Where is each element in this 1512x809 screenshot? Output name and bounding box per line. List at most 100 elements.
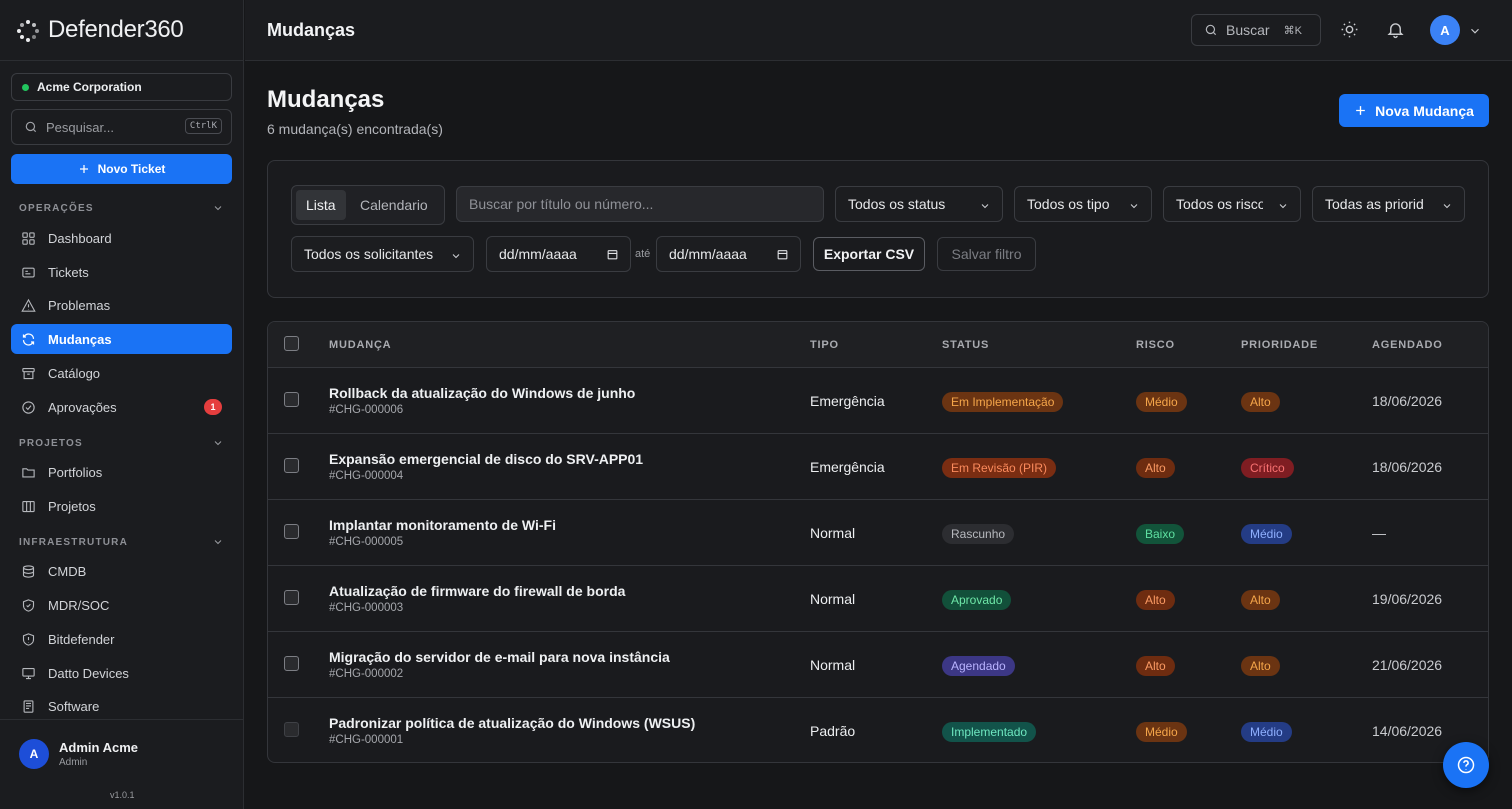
row-checkbox[interactable] (284, 656, 299, 671)
row-checkbox[interactable] (284, 392, 299, 407)
chevron-down-icon (214, 206, 222, 211)
columns-icon (22, 500, 35, 512)
table-row[interactable]: Migração do servidor de e-mail para nova… (268, 632, 1488, 698)
scheduled-date: 18/06/2026 (1372, 459, 1443, 475)
change-title[interactable]: Rollback da atualização do Windows de ju… (329, 385, 635, 401)
org-selector[interactable]: Acme Corporation (11, 73, 232, 101)
sidebar-item-catalogo[interactable]: Catálogo (11, 358, 232, 388)
sidebar-item-bitdefender[interactable]: Bitdefender (11, 624, 232, 654)
sidebar-item-label: Catálogo (48, 365, 101, 381)
sidebar-item-problemas[interactable]: Problemas (11, 290, 232, 320)
search-shortcut: CtrlK (184, 118, 222, 134)
risk-badge: Alto (1136, 590, 1175, 610)
bell-icon[interactable] (1386, 20, 1405, 39)
row-checkbox[interactable] (284, 722, 299, 737)
sidebar-item-label: Tickets (48, 264, 89, 280)
help-icon (1457, 756, 1475, 774)
table-row[interactable]: Expansão emergencial de disco do SRV-APP… (268, 434, 1488, 500)
column-header-mudanca[interactable]: MUDANÇA (329, 339, 391, 351)
chevron-down-icon (214, 540, 222, 545)
save-filter-button[interactable]: Salvar filtro (937, 237, 1036, 271)
table-row[interactable]: Atualização de firmware do firewall de b… (268, 566, 1488, 632)
monitor-icon (22, 667, 35, 679)
avatar[interactable]: A (1430, 15, 1460, 45)
risk-filter-value: Todos os risco (1176, 196, 1263, 212)
change-search-input[interactable]: Buscar por título ou número... (456, 186, 824, 222)
sidebar-item-software[interactable]: Software (11, 691, 232, 721)
new-change-button[interactable]: Nova Mudança (1339, 94, 1489, 127)
requester-filter[interactable]: Todos os solicitantes (291, 236, 474, 272)
sidebar-item-label: Datto Devices (48, 665, 129, 681)
column-header-status[interactable]: STATUS (942, 339, 989, 351)
sidebar-item-mudancas[interactable]: Mudanças (11, 324, 232, 354)
org-status-dot (22, 83, 29, 91)
date-to-input[interactable]: dd/mm/aaaa (656, 236, 801, 272)
sidebar-search[interactable]: Pesquisar... CtrlK (11, 109, 232, 145)
change-title[interactable]: Padronizar política de atualização do Wi… (329, 715, 695, 731)
risk-badge: Médio (1136, 722, 1187, 742)
export-csv-button[interactable]: Exportar CSV (813, 237, 925, 271)
risk-badge: Alto (1136, 458, 1175, 478)
column-header-risco[interactable]: RISCO (1136, 339, 1175, 351)
chevron-down-icon[interactable] (1468, 24, 1482, 38)
status-filter[interactable]: Todos os status (835, 186, 1003, 222)
status-badge: Em Revisão (PIR) (942, 458, 1057, 478)
sidebar-item-cmdb[interactable]: CMDB (11, 556, 232, 586)
tab-calendario[interactable]: Calendario (350, 190, 438, 220)
sidebar-item-portfolios[interactable]: Portfolios (11, 457, 232, 487)
row-checkbox[interactable] (284, 590, 299, 605)
date-from-input[interactable]: dd/mm/aaaa (486, 236, 631, 272)
user-profile[interactable]: A Admin Acme Admin (19, 739, 138, 769)
sun-icon[interactable] (1340, 20, 1359, 39)
sidebar-item-tickets[interactable]: Tickets (11, 257, 232, 287)
calendar-icon[interactable] (606, 248, 619, 261)
calendar-icon[interactable] (776, 248, 789, 261)
help-button[interactable] (1443, 742, 1489, 788)
sidebar-item-label: Portfolios (48, 464, 103, 480)
tab-lista[interactable]: Lista (296, 190, 346, 220)
database-icon (22, 564, 35, 578)
change-type: Normal (810, 657, 856, 673)
table-row[interactable]: Rollback da atualização do Windows de ju… (268, 368, 1488, 434)
column-header-prioridade[interactable]: PRIORIDADE (1241, 339, 1318, 351)
sidebar-item-label: Problemas (48, 297, 111, 313)
column-header-tipo[interactable]: TIPO (810, 339, 839, 351)
sidebar-item-datto-devices[interactable]: Datto Devices (11, 658, 232, 688)
scheduled-date: 19/06/2026 (1372, 591, 1443, 607)
plus-icon (79, 165, 88, 173)
table-row[interactable]: Implantar monitoramento de Wi-Fi #CHG-00… (268, 500, 1488, 566)
sidebar-item-label: CMDB (48, 563, 87, 579)
change-type: Normal (810, 525, 856, 541)
global-search-button[interactable]: Buscar ⌘K (1191, 14, 1321, 46)
sidebar-item-aprovacoes[interactable]: Aprovações 1 (11, 392, 232, 422)
change-title[interactable]: Migração do servidor de e-mail para nova… (329, 649, 670, 665)
table-row[interactable]: Padronizar política de atualização do Wi… (268, 698, 1488, 762)
change-title[interactable]: Atualização de firmware do firewall de b… (329, 583, 625, 599)
section-infraestrutura[interactable]: INFRAESTRUTURA (19, 537, 224, 548)
folder-icon (22, 467, 35, 477)
change-title[interactable]: Implantar monitoramento de Wi-Fi (329, 517, 556, 533)
change-type: Emergência (810, 459, 885, 475)
sidebar-item-projetos[interactable]: Projetos (11, 491, 232, 521)
section-projetos[interactable]: PROJETOS (19, 438, 224, 449)
priority-badge: Crítico (1241, 458, 1294, 478)
change-id: #CHG-000005 (329, 536, 404, 548)
new-ticket-button[interactable]: Novo Ticket (11, 154, 232, 184)
row-checkbox[interactable] (284, 524, 299, 539)
sidebar-item-label: Bitdefender (48, 631, 115, 647)
type-filter[interactable]: Todos os tipo (1014, 186, 1152, 222)
risk-filter[interactable]: Todos os risco (1163, 186, 1301, 222)
sidebar-item-dashboard[interactable]: Dashboard (11, 223, 232, 253)
change-id: #CHG-000002 (329, 668, 404, 680)
row-checkbox[interactable] (284, 458, 299, 473)
risk-badge: Médio (1136, 392, 1187, 412)
brand-logo[interactable]: Defender360 (16, 14, 184, 46)
sidebar-item-mdr-soc[interactable]: MDR/SOC (11, 590, 232, 620)
select-all-checkbox[interactable] (284, 336, 299, 351)
column-header-agendado[interactable]: AGENDADO (1372, 339, 1443, 351)
section-operacoes[interactable]: OPERAÇÕES (19, 203, 224, 214)
priority-filter[interactable]: Todas as priorid (1312, 186, 1465, 222)
change-title[interactable]: Expansão emergencial de disco do SRV-APP… (329, 451, 643, 467)
risk-badge: Baixo (1136, 524, 1185, 544)
view-toggle: Lista Calendario (291, 185, 445, 225)
